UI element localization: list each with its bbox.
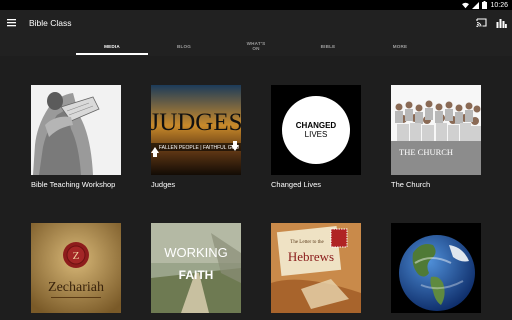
signal-icon xyxy=(472,1,480,9)
status-bar: 10:26 xyxy=(0,0,512,10)
stats-icon[interactable] xyxy=(496,17,507,28)
app-bar: Bible Class xyxy=(0,10,512,36)
wifi-icon xyxy=(462,2,470,8)
reading-man-image xyxy=(31,85,121,175)
card-title: Changed Lives xyxy=(271,180,322,189)
media-grid: Bible Teaching Workshop JUDGES FALLEN PE… xyxy=(0,56,512,320)
tab-indicator xyxy=(76,53,148,55)
battery-icon xyxy=(482,1,488,9)
judges-art-subtitle: FALLEN PEOPLE | FAITHFUL GOD xyxy=(159,145,240,151)
zechariah-seal-letter: Z xyxy=(73,250,80,262)
judges-cover-image: JUDGES FALLEN PEOPLE | FAITHFUL GOD xyxy=(151,85,241,175)
status-time: 10:26 xyxy=(490,1,508,9)
zechariah-art-title: Zechariah xyxy=(48,280,104,295)
card-thumbnail: The Letter to the Hebrews xyxy=(271,223,361,313)
media-card-working-faith[interactable]: WORKING FAITH xyxy=(151,223,241,318)
church-art-text: THE CHURCH xyxy=(399,147,453,157)
card-thumbnail xyxy=(391,223,481,313)
earth-globe-image xyxy=(391,223,481,313)
media-card-hebrews[interactable]: The Letter to the Hebrews xyxy=(271,223,361,318)
church-crowd-image: THE CHURCH xyxy=(391,85,481,175)
media-card-changed-lives[interactable]: CHANGED LIVES Changed Lives xyxy=(271,85,361,189)
hebrews-cover-image: The Letter to the Hebrews xyxy=(271,223,361,313)
hebrews-art-pre: The Letter to the xyxy=(290,240,324,245)
status-icons: 10:26 xyxy=(462,0,508,10)
judges-art-title: JUDGES xyxy=(151,109,241,136)
tab-blog[interactable]: BLOG xyxy=(148,36,220,56)
working-faith-art-line2: FAITH xyxy=(179,268,214,282)
menu-icon[interactable] xyxy=(7,18,16,27)
working-faith-cover-image: WORKING FAITH xyxy=(151,223,241,313)
card-title: Judges xyxy=(151,180,176,189)
tab-whats-on[interactable]: WHAT'S ON xyxy=(220,36,292,56)
card-thumbnail: THE CHURCH xyxy=(391,85,481,175)
app-title: Bible Class xyxy=(29,18,72,28)
changed-lives-art-line2: LIVES xyxy=(305,130,328,139)
media-card-globe[interactable] xyxy=(391,223,481,318)
card-thumbnail: Z Zechariah xyxy=(31,223,121,313)
card-title: The Church xyxy=(391,180,431,189)
tab-bible[interactable]: BIBLE xyxy=(292,36,364,56)
card-thumbnail xyxy=(31,85,121,175)
media-card-bible-teaching-workshop[interactable]: Bible Teaching Workshop xyxy=(31,85,121,189)
changed-lives-cover-image: CHANGED LIVES xyxy=(271,85,361,175)
card-thumbnail: JUDGES FALLEN PEOPLE | FAITHFUL GOD xyxy=(151,85,241,175)
cast-icon[interactable] xyxy=(476,17,487,28)
changed-lives-art-line1: CHANGED xyxy=(296,121,337,130)
card-thumbnail: CHANGED LIVES xyxy=(271,85,361,175)
media-card-zechariah[interactable]: Z Zechariah xyxy=(31,223,121,318)
media-card-judges[interactable]: JUDGES FALLEN PEOPLE | FAITHFUL GOD Judg… xyxy=(151,85,241,189)
hebrews-art-title: Hebrews xyxy=(288,249,334,264)
working-faith-art-line1: WORKING xyxy=(164,245,228,260)
tab-more[interactable]: MORE xyxy=(364,36,436,56)
zechariah-cover-image: Z Zechariah xyxy=(31,223,121,313)
media-card-the-church[interactable]: THE CHURCH The Church xyxy=(391,85,481,189)
card-thumbnail: WORKING FAITH xyxy=(151,223,241,313)
card-title: Bible Teaching Workshop xyxy=(31,180,116,189)
